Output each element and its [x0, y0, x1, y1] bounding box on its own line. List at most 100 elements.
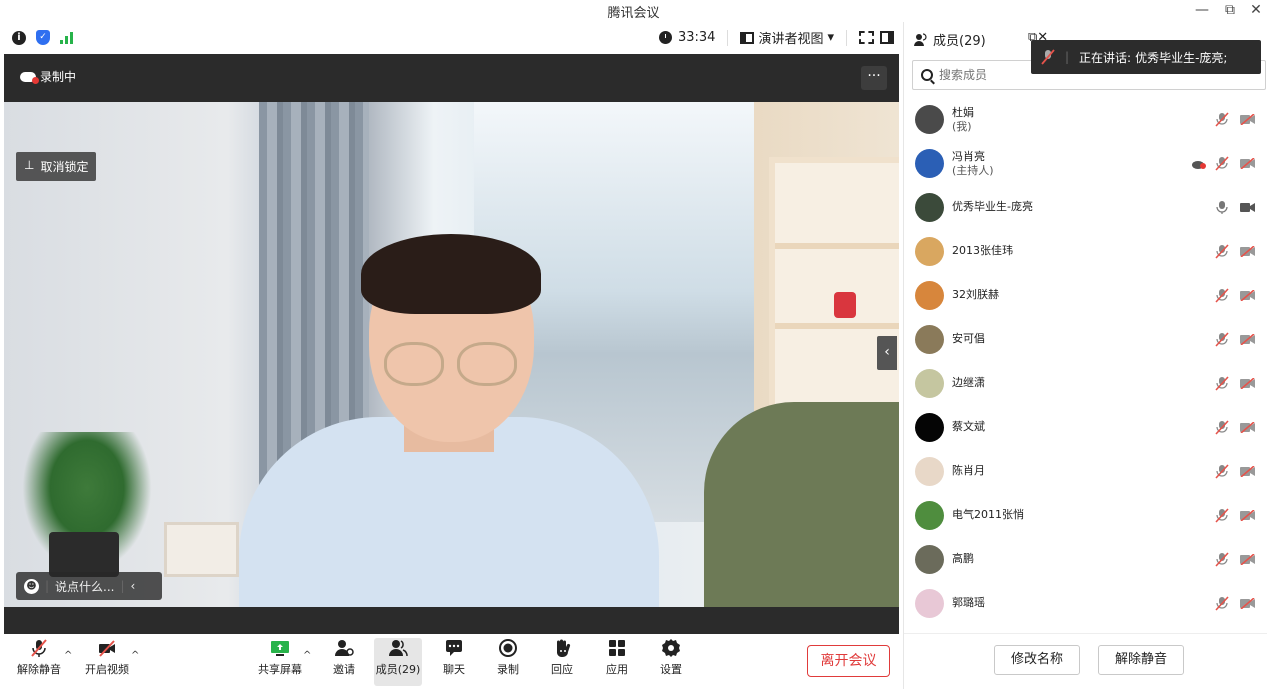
member-row[interactable]: 2013张佳玮 [904, 230, 1267, 274]
camera-off-icon[interactable] [1240, 245, 1256, 258]
rename-button[interactable]: 修改名称 [994, 645, 1080, 675]
camera-off-icon[interactable] [1240, 465, 1256, 478]
member-avatar [915, 281, 944, 310]
member-avatar [915, 501, 944, 530]
gear-icon [661, 638, 681, 658]
sidebar-toggle-icon[interactable] [880, 31, 894, 44]
member-name-block: 安可倡 [952, 332, 985, 346]
unmute-label: 解除静音 [17, 663, 61, 676]
record-button[interactable]: 录制 [494, 638, 522, 677]
member-row[interactable]: 安可倡 [904, 318, 1267, 362]
mic-muted-icon[interactable] [1215, 156, 1229, 171]
mic-muted-icon[interactable] [1215, 464, 1229, 479]
collapse-panel-button[interactable]: ‹ [877, 336, 897, 370]
member-list: 杜娟 (我) 冯肖亮 (主持人) 优秀毕业生-庞亮 2013张佳玮 32刘朕赫安可倡边继潇蔡… [904, 98, 1267, 626]
mic-muted-icon[interactable] [1215, 508, 1229, 523]
window-title: 腾讯会议 [607, 6, 660, 21]
unmute-all-button[interactable]: 解除静音 [1098, 645, 1184, 675]
chat-button[interactable]: 聊天 [440, 638, 468, 677]
camera-off-icon[interactable] [1240, 289, 1256, 302]
mic-muted-icon[interactable] [1215, 244, 1229, 259]
member-role: (我) [952, 120, 972, 133]
unpin-button[interactable]: ⊥ 取消锁定 [16, 152, 97, 181]
mic-muted-icon[interactable] [1215, 552, 1229, 567]
camera-off-icon[interactable] [1240, 553, 1256, 566]
camera-off-icon[interactable] [1240, 113, 1256, 126]
network-signal-icon[interactable] [60, 31, 73, 44]
members-icon [914, 33, 927, 46]
leave-meeting-button[interactable]: 离开会议 [807, 645, 890, 677]
members-panel-footer: 修改名称 解除静音 [904, 633, 1267, 689]
apps-label: 应用 [606, 663, 628, 676]
more-options-button[interactable]: ··· [861, 66, 887, 90]
record-icon [498, 638, 518, 658]
member-avatar [915, 545, 944, 574]
camera-off-icon[interactable] [1240, 509, 1256, 522]
cloud-record-icon [20, 71, 39, 84]
mic-muted-icon[interactable] [1215, 420, 1229, 435]
member-row[interactable]: 郭璐瑶 [904, 582, 1267, 626]
mic-muted-icon[interactable] [1215, 332, 1229, 347]
minimize-button[interactable]: — [1190, 0, 1214, 22]
restore-button[interactable]: ⧉ [1218, 0, 1242, 22]
search-icon [921, 69, 933, 81]
speaker-person [239, 234, 659, 607]
camera-off-icon[interactable] [1240, 421, 1256, 434]
member-name: 高鹏 [952, 552, 974, 565]
member-avatar [915, 413, 944, 442]
speaker-video: ⊥ 取消锁定 ☻ | 说点什么... | ‹ [4, 102, 899, 612]
chat-collapse-icon[interactable]: ‹ [131, 579, 136, 593]
clock-icon [658, 31, 672, 44]
mic-muted-icon[interactable] [1215, 376, 1229, 391]
mic-muted-icon[interactable] [1215, 596, 1229, 611]
start-video-button[interactable]: 开启视频 [82, 638, 132, 677]
member-name: 冯肖亮 [952, 150, 985, 163]
security-shield-icon[interactable]: ✓ [36, 30, 50, 45]
settings-button[interactable]: 设置 [657, 638, 685, 677]
member-row[interactable]: 蔡文斌 [904, 406, 1267, 450]
apps-button[interactable]: 应用 [603, 638, 631, 677]
member-row[interactable]: 32刘朕赫 [904, 274, 1267, 318]
info-icon[interactable]: i [12, 30, 26, 45]
invite-button[interactable]: 邀请 [330, 638, 358, 677]
mic-muted-icon[interactable] [1215, 112, 1229, 127]
member-row[interactable]: 优秀毕业生-庞亮 [904, 186, 1267, 230]
mic-muted-icon[interactable] [1215, 288, 1229, 303]
member-name: 32刘朕赫 [952, 288, 999, 301]
mic-muted-icon [1041, 49, 1055, 65]
speaker-view-dropdown[interactable]: 演讲者视图 ▾ [740, 28, 834, 47]
share-screen-icon [270, 638, 290, 658]
emoji-icon[interactable]: ☻ [24, 578, 39, 594]
fullscreen-icon[interactable] [859, 31, 874, 44]
share-screen-button[interactable]: 共享屏幕 [256, 638, 304, 677]
toy-horse-image [834, 292, 856, 318]
camera-off-icon[interactable] [1240, 377, 1256, 390]
member-avatar [915, 325, 944, 354]
invite-label: 邀请 [333, 663, 355, 676]
member-avatar [915, 237, 944, 266]
member-row[interactable]: 边继潇 [904, 362, 1267, 406]
mic-icon[interactable] [1215, 200, 1229, 215]
react-button[interactable]: 回应 [548, 638, 576, 677]
camera-icon[interactable] [1240, 202, 1256, 213]
members-button[interactable]: 成员(29) [374, 638, 422, 686]
member-name-block: 郭璐瑶 [952, 596, 985, 610]
camera-off-icon[interactable] [1240, 157, 1256, 170]
camera-off-icon[interactable] [1240, 333, 1256, 346]
quick-chat-input[interactable]: ☻ | 说点什么... | ‹ [16, 572, 162, 600]
close-button[interactable]: ✕ [1244, 0, 1267, 22]
member-name: 蔡文斌 [952, 420, 985, 433]
unmute-button[interactable]: 解除静音 [16, 638, 62, 677]
member-row[interactable]: 冯肖亮 (主持人) [904, 142, 1267, 186]
camera-off-icon[interactable] [1240, 597, 1256, 610]
member-row[interactable]: 陈肖月 [904, 450, 1267, 494]
video-options-caret[interactable]: ^ [131, 650, 139, 661]
audio-options-caret[interactable]: ^ [64, 650, 72, 661]
layout-icon [740, 31, 755, 44]
member-row[interactable]: 电气2011张悄 [904, 494, 1267, 538]
share-options-caret[interactable]: ^ [303, 650, 311, 661]
meeting-toolbar: 解除静音 ^ 开启视频 ^ 共享屏幕 ^ 邀请 成员(29) 聊天 录制 回应 … [0, 634, 903, 689]
member-row[interactable]: 杜娟 (我) [904, 98, 1267, 142]
speaking-name: 优秀毕业生-庞亮; [1135, 50, 1228, 65]
member-row[interactable]: 高鹏 [904, 538, 1267, 582]
